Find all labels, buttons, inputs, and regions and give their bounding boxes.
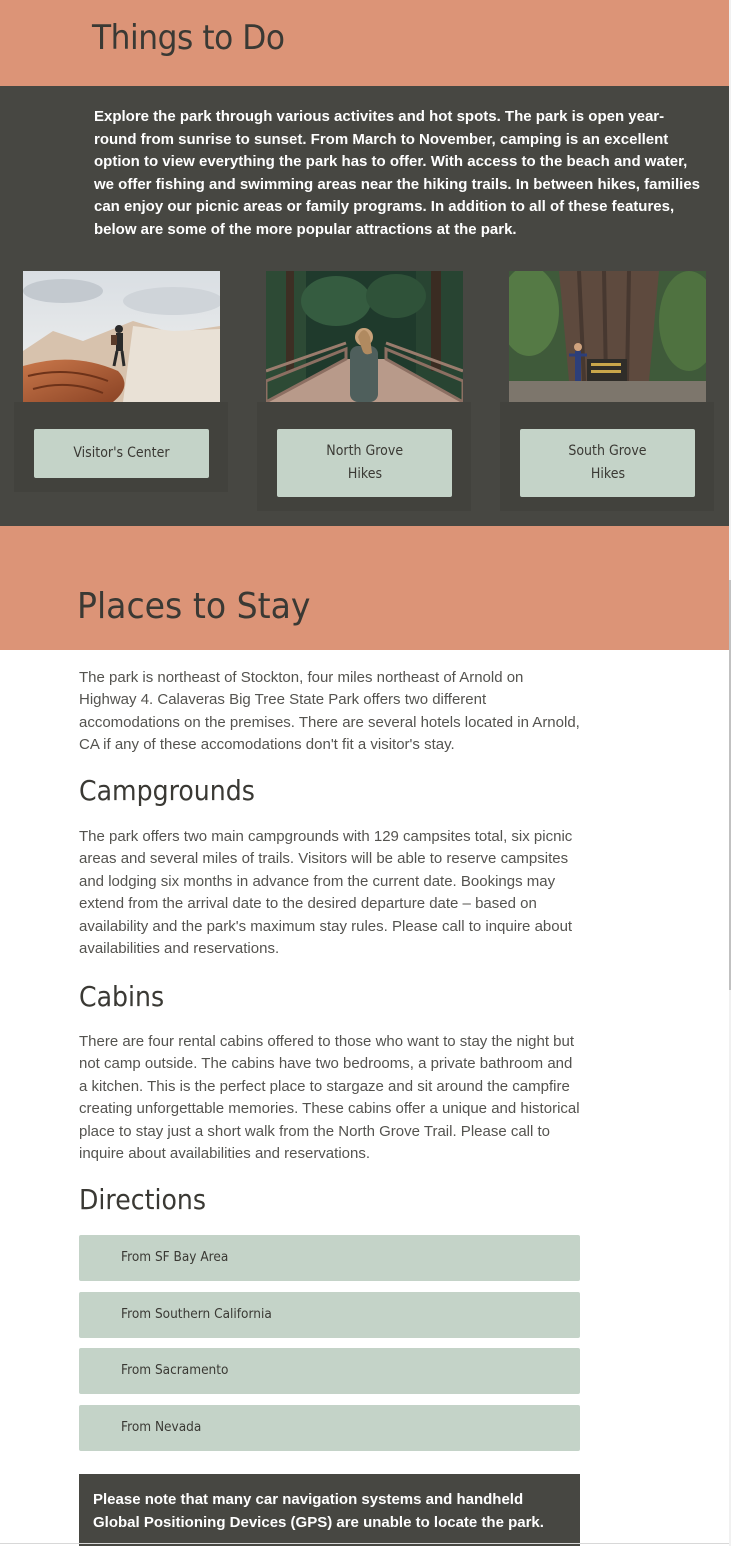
south-grove-label-line1: South Grove xyxy=(568,443,647,459)
gps-note-box: Please note that many car navigation sys… xyxy=(79,1474,580,1546)
directions-nevada-button[interactable]: From Nevada xyxy=(79,1405,580,1451)
cabins-text: There are four rental cabins offered to … xyxy=(79,1033,580,1163)
south-grove-hikes-button[interactable]: South Grove Hikes xyxy=(520,429,695,497)
visitors-center-label: Visitor's Center xyxy=(73,445,170,461)
north-grove-label-line2: Hikes xyxy=(347,466,382,482)
places-to-stay-heading: Places to Stay xyxy=(77,586,311,627)
directions-southern-california-button[interactable]: From Southern California xyxy=(79,1292,580,1338)
gps-note-text: Please note that many car navigation sys… xyxy=(93,1491,544,1531)
south-grove-label-line2: Hikes xyxy=(590,466,625,482)
divider xyxy=(0,1543,729,1544)
directions-heading: Directions xyxy=(79,1183,206,1216)
cabins-heading: Cabins xyxy=(79,980,165,1013)
north-grove-label-line1: North Grove xyxy=(326,443,403,459)
hiker-on-canyon-rocks-photo xyxy=(23,271,220,402)
directions-sf-bay-area-button[interactable]: From SF Bay Area xyxy=(79,1235,580,1281)
campgrounds-heading: Campgrounds xyxy=(79,774,255,807)
directions-button-label: From Nevada xyxy=(121,1419,202,1435)
directions-sacramento-button[interactable]: From Sacramento xyxy=(79,1348,580,1394)
page: Things to Do Explore the park through va… xyxy=(0,0,729,1546)
campgrounds-text: The park offers two main campgrounds wit… xyxy=(79,828,573,958)
woman-on-forest-bridge-photo xyxy=(266,271,463,402)
things-to-do-heading: Things to Do xyxy=(92,18,285,58)
visitors-center-button[interactable]: Visitor's Center xyxy=(34,429,209,478)
things-to-do-header: Things to Do xyxy=(0,0,729,86)
directions-button-label: From Southern California xyxy=(121,1306,272,1322)
north-grove-hikes-button[interactable]: North Grove Hikes xyxy=(277,429,452,497)
directions-button-label: From SF Bay Area xyxy=(121,1249,229,1265)
things-to-do-intro: Explore the park through various activit… xyxy=(94,108,700,238)
person-at-giant-sequoia-photo xyxy=(509,271,706,402)
places-to-stay-intro: The park is northeast of Stockton, four … xyxy=(79,669,580,754)
directions-button-label: From Sacramento xyxy=(121,1362,229,1378)
